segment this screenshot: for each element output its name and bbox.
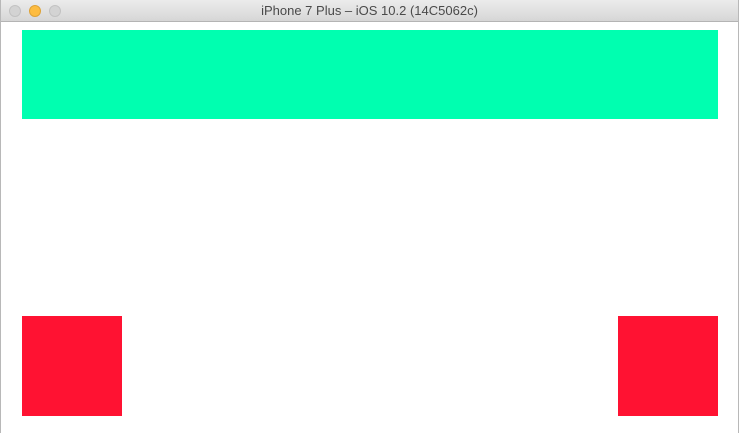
title-bar[interactable]: iPhone 7 Plus – iOS 10.2 (14C5062c) <box>1 0 738 22</box>
simulator-window: iPhone 7 Plus – iOS 10.2 (14C5062c) <box>0 0 739 433</box>
bottom-left-square <box>22 316 122 416</box>
simulator-screen <box>1 22 738 433</box>
banner-view <box>22 30 718 119</box>
window-title: iPhone 7 Plus – iOS 10.2 (14C5062c) <box>261 3 478 18</box>
bottom-right-square <box>618 316 718 416</box>
